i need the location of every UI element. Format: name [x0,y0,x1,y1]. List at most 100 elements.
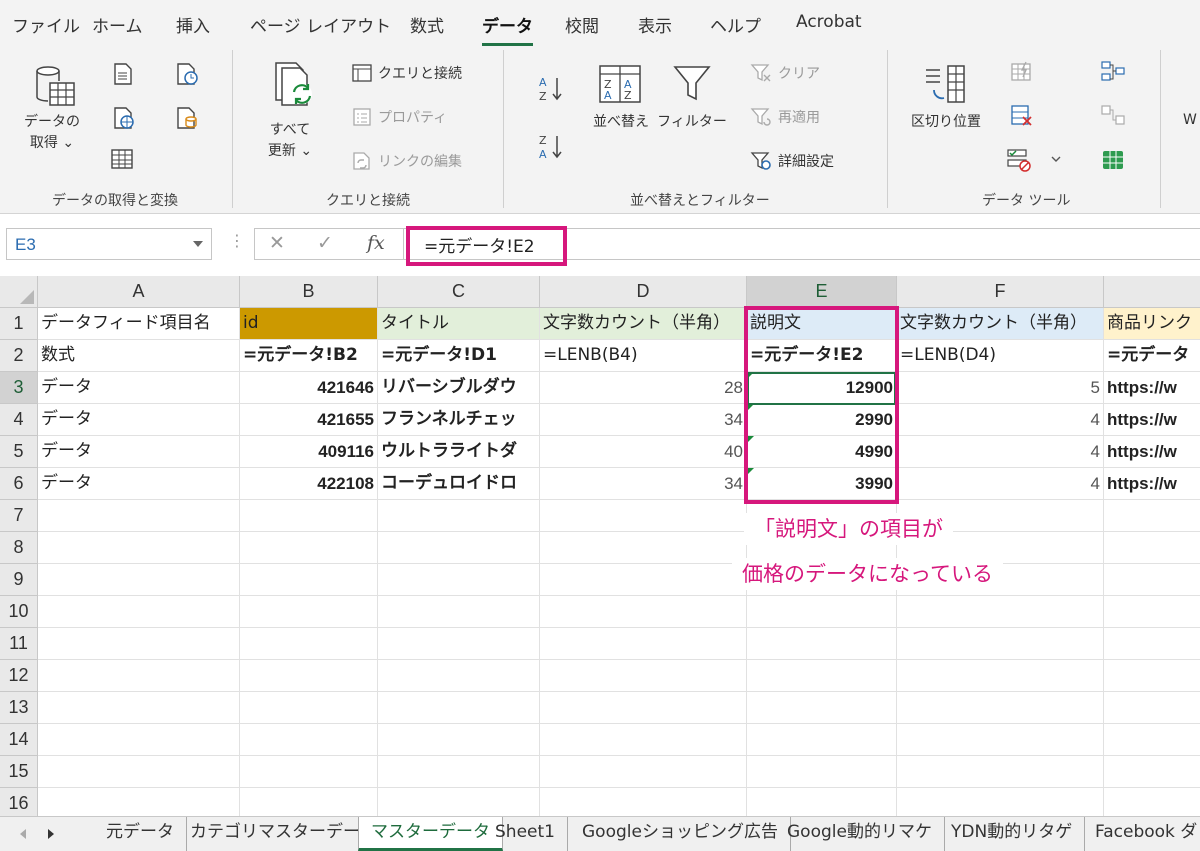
existing-connections-icon[interactable] [176,106,200,130]
scroll-right-icon[interactable] [48,829,54,839]
cell-d1[interactable]: 文字数カウント（半角） [540,308,747,340]
cell-e6[interactable]: 3990 [747,468,897,500]
cell-g5[interactable]: https://w [1104,436,1200,468]
cell-a6[interactable]: データ [38,468,240,500]
row-header[interactable]: 14 [0,724,38,756]
cell-d6[interactable]: 34 [540,468,747,500]
remove-duplicates-icon[interactable] [1010,104,1034,128]
column-header-d[interactable]: D [540,276,747,308]
data-model-icon[interactable] [1100,148,1126,172]
cell-c1[interactable]: タイトル [378,308,540,340]
cell-f2[interactable]: =LENB(D4) [897,340,1104,372]
cell-a1[interactable]: データフィード項目名 [38,308,240,340]
tab-acrobat[interactable]: Acrobat [796,12,862,32]
row-header[interactable]: 8 [0,532,38,564]
row-header[interactable]: 3 [0,372,38,404]
cell-c2[interactable]: =元データ!D1 [378,340,540,372]
refresh-all-icon[interactable] [272,60,318,108]
cell-b2[interactable]: =元データ!B2 [240,340,378,372]
row-header[interactable]: 10 [0,596,38,628]
column-header-a[interactable]: A [38,276,240,308]
cell-e1[interactable]: 説明文 [747,308,897,340]
cell-f3[interactable]: 5 [897,372,1104,404]
from-web-icon[interactable] [113,106,135,130]
row-header[interactable]: 13 [0,692,38,724]
column-header-c[interactable]: C [378,276,540,308]
row-header[interactable]: 4 [0,404,38,436]
cell-g1[interactable]: 商品リンク [1104,308,1200,340]
from-text-csv-icon[interactable] [113,62,133,86]
sort-ascending-icon[interactable]: AZ [538,74,564,104]
sheet-tab[interactable]: Google動的リマケ [775,817,945,851]
worksheet-grid[interactable]: A B C D E F 1 2 3 4 5 6 7 8 9 10 11 12 1… [0,276,1200,816]
cell-a2[interactable]: 数式 [38,340,240,372]
tab-view[interactable]: 表示 [638,12,672,37]
row-header[interactable]: 15 [0,756,38,788]
column-header-b[interactable]: B [240,276,378,308]
cell-b6[interactable]: 422108 [240,468,378,500]
filter-button[interactable]: フィルター [656,112,728,133]
sheet-tab[interactable]: Facebook ダ [1083,817,1200,851]
row-header[interactable]: 12 [0,660,38,692]
cell-g3[interactable]: https://w [1104,372,1200,404]
sort-button[interactable]: 並べ替え [586,112,656,133]
chevron-down-icon[interactable] [1050,154,1062,164]
cell-f1[interactable]: 文字数カウント（半角） [897,308,1104,340]
from-table-icon[interactable] [110,148,134,170]
cancel-icon[interactable]: ✕ [269,232,285,254]
sort-dialog-icon[interactable]: ZAAZ [598,64,642,104]
cell-a4[interactable]: データ [38,404,240,436]
cell-e4[interactable]: 2990 [747,404,897,436]
refresh-all-button[interactable]: すべて 更新 ⌄ [258,120,322,162]
cell-d2[interactable]: =LENB(B4) [540,340,747,372]
cell-a3[interactable]: データ [38,372,240,404]
tab-help[interactable]: ヘルプ [710,12,761,37]
insert-function-icon[interactable]: fx [367,232,385,254]
row-header[interactable]: 5 [0,436,38,468]
dropdown-arrow-icon[interactable] [193,241,203,247]
formula-text[interactable]: =元データ!E2 [424,232,535,257]
consolidate-icon[interactable] [1100,60,1126,84]
resize-handle-icon[interactable]: ⋮ [229,231,245,250]
cell-c3[interactable]: リバーシブルダウ [378,372,540,404]
get-data-icon[interactable] [34,64,78,110]
queries-connections-button[interactable]: クエリと接続 [352,63,462,83]
forecast-button[interactable]: W [1183,112,1197,128]
row-header[interactable]: 9 [0,564,38,596]
cell-e2[interactable]: =元データ!E2 [747,340,897,372]
tab-page-layout[interactable]: ページ レイアウト [250,12,391,37]
flash-fill-icon[interactable] [1010,60,1034,84]
data-validation-icon[interactable] [1006,148,1032,172]
cell-c5[interactable]: ウルトラライトダ [378,436,540,468]
clear-button[interactable]: クリア [750,63,820,83]
text-to-columns-icon[interactable] [924,64,968,104]
sheet-tab[interactable]: Sheet1 [483,817,568,851]
cell-f4[interactable]: 4 [897,404,1104,436]
sheet-tab[interactable]: Googleショッピング広告 [570,817,791,851]
cell-d4[interactable]: 34 [540,404,747,436]
tab-insert[interactable]: 挿入 [176,12,210,37]
sheet-tab[interactable]: 元データ [94,817,187,851]
cell-g6[interactable]: https://w [1104,468,1200,500]
cell-b5[interactable]: 409116 [240,436,378,468]
row-header[interactable]: 2 [0,340,38,372]
cell-e3[interactable]: 12900 [747,372,897,404]
row-header[interactable]: 11 [0,628,38,660]
cell-g4[interactable]: https://w [1104,404,1200,436]
cell-b4[interactable]: 421655 [240,404,378,436]
column-header-e[interactable]: E [747,276,897,308]
row-header[interactable]: 6 [0,468,38,500]
recent-sources-icon[interactable] [176,62,200,86]
tab-home[interactable]: ホーム [92,12,143,37]
name-box[interactable]: E3 [6,228,212,260]
text-to-columns-button[interactable]: 区切り位置 [904,112,988,133]
reapply-button[interactable]: 再適用 [750,107,820,127]
tab-review[interactable]: 校閲 [565,12,599,37]
get-data-button[interactable]: データの 取得 ⌄ [20,112,84,154]
row-header[interactable]: 7 [0,500,38,532]
cell-e5[interactable]: 4990 [747,436,897,468]
cell-d5[interactable]: 40 [540,436,747,468]
row-header[interactable]: 16 [0,788,38,816]
sheet-tab[interactable]: YDN動的リタゲ [939,817,1086,851]
column-header-g[interactable] [1104,276,1200,308]
